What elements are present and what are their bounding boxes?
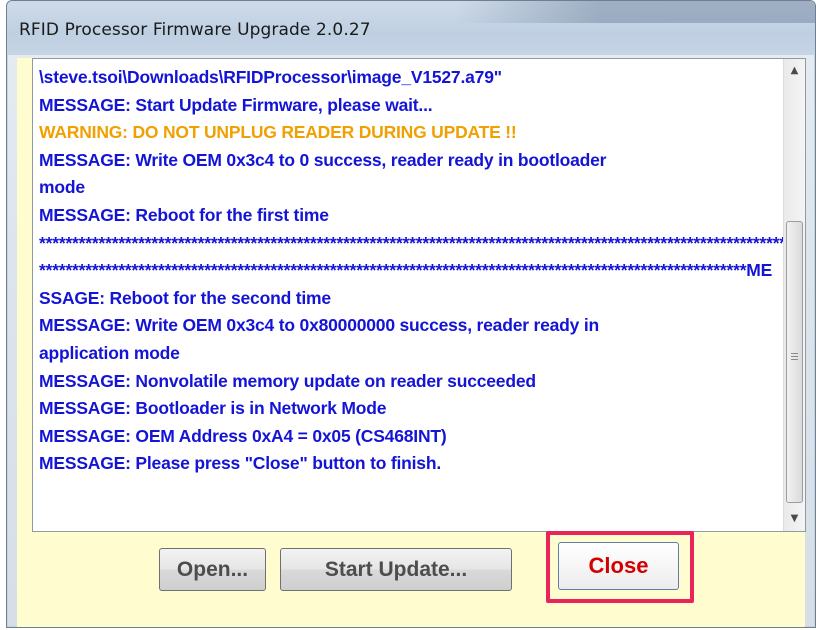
firmware-upgrade-window: RFID Processor Firmware Upgrade 2.0.27 \… — [6, 0, 816, 628]
log-line: ****************************************… — [39, 260, 773, 281]
log-line: application mode — [39, 342, 180, 363]
close-button[interactable]: Close — [558, 542, 679, 590]
scrollbar-grip-icon — [791, 353, 798, 362]
log-line: MESSAGE: OEM Address 0xA4 = 0x05 (CS468I… — [39, 425, 447, 446]
log-lines: \steve.tsoi\Downloads\RFIDProcessor\imag… — [39, 64, 806, 478]
log-line: SSAGE: Reboot for the second time — [39, 287, 331, 308]
log-line: MESSAGE: Write OEM 0x3c4 to 0x80000000 s… — [39, 315, 600, 336]
log-textbox[interactable]: \steve.tsoi\Downloads\RFIDProcessor\imag… — [32, 58, 806, 532]
log-line: MESSAGE: Start Update Firmware, please w… — [39, 94, 433, 115]
scrollbar-thumb[interactable] — [786, 221, 803, 503]
log-line: MESSAGE: Write OEM 0x3c4 to 0 success, r… — [39, 149, 607, 170]
log-line: MESSAGE: Bootloader is in Network Mode — [39, 398, 387, 419]
log-line: MESSAGE: Reboot for the first time — [39, 204, 329, 225]
title-bar[interactable]: RFID Processor Firmware Upgrade 2.0.27 — [7, 1, 815, 55]
client-area: \steve.tsoi\Downloads\RFIDProcessor\imag… — [17, 58, 806, 627]
scroll-down-arrow-icon[interactable]: ▼ — [784, 509, 805, 529]
scroll-up-arrow-icon[interactable]: ▲ — [784, 61, 805, 81]
log-line: mode — [39, 177, 85, 198]
log-line: MESSAGE: Please press "Close" button to … — [39, 453, 441, 474]
vertical-scrollbar[interactable]: ▲ ▼ — [783, 59, 805, 531]
start-update-button[interactable]: Start Update... — [280, 548, 512, 591]
log-line: ****************************************… — [39, 232, 806, 253]
open-button[interactable]: Open... — [159, 548, 266, 591]
log-line: MESSAGE: Nonvolatile memory update on re… — [39, 370, 536, 391]
log-line: \steve.tsoi\Downloads\RFIDProcessor\imag… — [39, 67, 502, 87]
log-line-warning: WARNING: DO NOT UNPLUG READER DURING UPD… — [39, 122, 517, 143]
window-title: RFID Processor Firmware Upgrade 2.0.27 — [19, 20, 371, 40]
